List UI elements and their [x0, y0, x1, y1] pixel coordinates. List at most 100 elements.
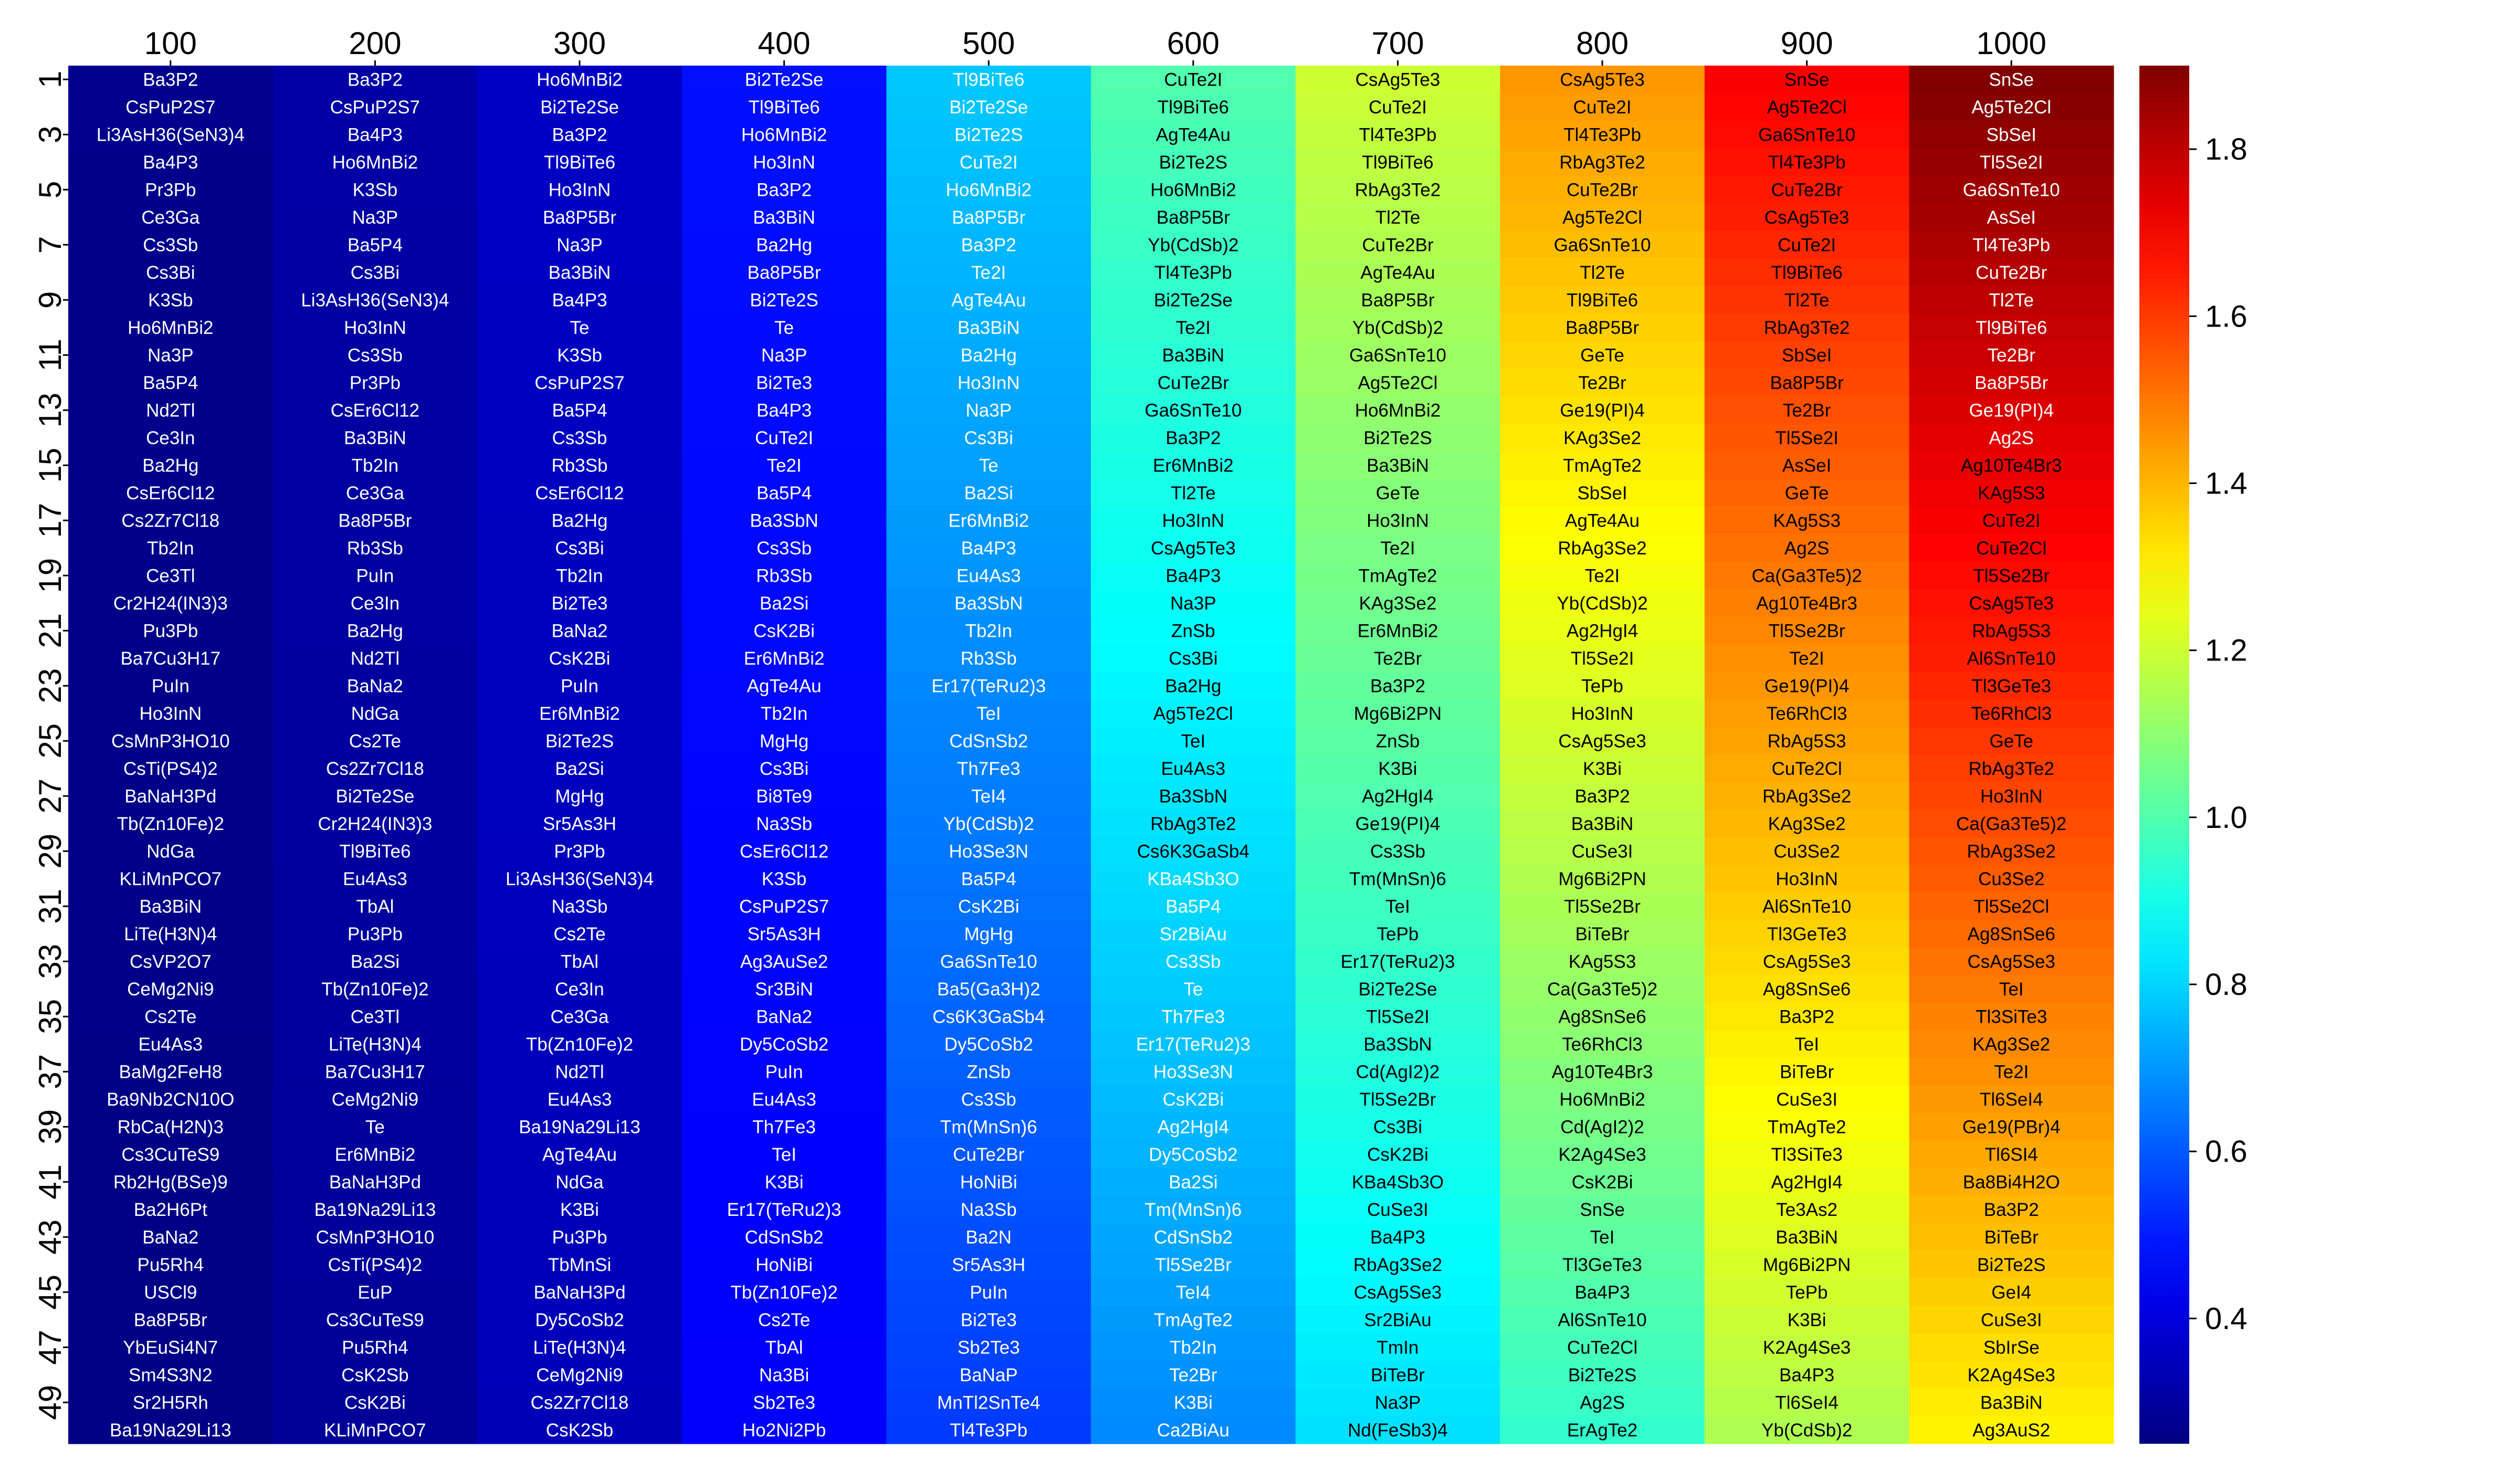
cell-label: Sb2Te3	[958, 1337, 1020, 1358]
cell-label: Dy5CoSb2	[944, 1034, 1033, 1055]
cell-label: TePb	[1581, 676, 1623, 696]
cell-label: ErAgTe2	[1567, 1420, 1637, 1441]
cell-label: YbEuSi4N7	[123, 1337, 218, 1358]
cell-label: Tl3SiTe3	[1976, 1006, 2047, 1027]
colorbar-tick-label: 1.0	[2205, 801, 2248, 835]
cell-label: Ba2Si	[351, 951, 400, 972]
cell-label: Te2I	[1380, 538, 1415, 559]
cell-label: CsEr6Cl12	[535, 483, 624, 503]
y-tick-label: 5	[33, 181, 68, 198]
cell-label: SbSeI	[1577, 483, 1627, 503]
cell-label: Te6RhCl3	[1971, 704, 2052, 724]
cell-label: TbMnSi	[548, 1255, 612, 1275]
cell-label: Bi2Te3	[756, 373, 812, 393]
cell-label: Tb2In	[761, 704, 808, 724]
cell-label: K3Bi	[1583, 759, 1622, 779]
cell-label: Ba5P4	[1166, 896, 1221, 917]
x-tick-label: 200	[349, 26, 401, 61]
cell-label: Ho3Se3N	[949, 841, 1028, 862]
cell-label: Tl9BiTe6	[339, 841, 411, 862]
x-tick-label: 800	[1576, 26, 1629, 61]
cell-label: K3Sb	[148, 290, 193, 310]
y-tick-label: 43	[33, 1220, 68, 1255]
cell-label: Na3P	[352, 207, 398, 228]
y-tick-label: 3	[33, 126, 68, 143]
cell-label: SnSe	[1784, 69, 1830, 90]
cell-label: Ho3InN	[1571, 704, 1634, 724]
cell-label: Ho3InN	[344, 318, 406, 338]
cell-label: Tl4Te3Pb	[1768, 152, 1846, 173]
cell-label: Na3Sb	[961, 1200, 1017, 1220]
cell-label: Cs3Sb	[348, 345, 403, 365]
cell-label: Te	[570, 318, 590, 338]
cell-label: BiTeBr	[1371, 1365, 1425, 1385]
cell-label: Ge19(PBr)4	[1962, 1117, 2061, 1137]
cell-label: Te2Br	[1169, 1365, 1217, 1385]
cell-label: Ga6SnTe10	[940, 951, 1037, 972]
cell-label: Tm(MnSn)6	[940, 1117, 1037, 1137]
colorbar: 0.4 0.6 0.8 1.0 1.2 1.4 1.6 1.8	[2139, 66, 2248, 1444]
cell-label: Ba2Hg	[756, 235, 812, 255]
cell-label: Ga6SnTe10	[1349, 345, 1446, 365]
cell-label: Ho6MnBi2	[537, 69, 622, 90]
y-tick-label: 21	[33, 613, 68, 648]
y-tick-label: 9	[33, 291, 68, 309]
cell-label: CsAg5Se3	[1558, 731, 1646, 751]
cell-label: CsPuP2S7	[534, 373, 624, 393]
cell-label: TbAl	[356, 896, 394, 917]
cell-label: Al6SnTe10	[1967, 648, 2056, 669]
cell-label: Li3AsH36(SeN3)4	[97, 124, 245, 145]
cell-label: Na3P	[761, 345, 807, 365]
cell-label: KAg3Se2	[1768, 814, 1846, 834]
cell-label: Cu3Se2	[1978, 869, 2044, 889]
cell-label: RbAg3Te2	[1150, 814, 1236, 834]
cell-label: CsMnP3HO10	[111, 731, 230, 751]
cell-label: Bi2Te2S	[1977, 1255, 2045, 1275]
cell-label: Tl5Se2Cl	[1973, 896, 2049, 917]
cell-label: SbSeI	[1782, 345, 1832, 365]
cell-label: Ho6MnBi2	[1150, 180, 1236, 200]
cell-label: Bi2Te2S	[954, 124, 1023, 145]
cell-label: Sr2H5Rh	[133, 1392, 208, 1413]
cell-label: TeI	[1590, 1227, 1615, 1247]
cell-label: Tl3GeTe3	[1562, 1255, 1642, 1275]
cell-label: CsK2Bi	[549, 648, 611, 669]
cell-label: RbAg5S3	[1972, 621, 2051, 641]
cell-label: Bi2Te3	[961, 1310, 1017, 1330]
cell-label: CsK2Bi	[753, 621, 815, 641]
y-tick-label: 19	[33, 558, 68, 593]
cell-label: CuTe2I	[1982, 510, 2041, 531]
cell-label: Cs3Bi	[1373, 1117, 1422, 1137]
cell-label: Cs3Bi	[146, 262, 195, 283]
y-tick-label: 17	[33, 503, 68, 538]
y-tick-label: 47	[33, 1330, 68, 1365]
cell-label: Ag2HgI4	[1771, 1172, 1842, 1192]
cell-label: Tb(Zn10Fe)2	[321, 979, 428, 1000]
cell-label: Ag2S	[1580, 1392, 1625, 1413]
cell-label: Eu4As3	[957, 565, 1021, 586]
cell-label: Ge19(PI)4	[1969, 400, 2053, 421]
cell-label: K2Ag4Se3	[1763, 1337, 1851, 1358]
cell-label: NdGa	[351, 704, 400, 724]
cell-label: Na3P	[148, 345, 194, 365]
cell-label: Tl5Se2Br	[1769, 621, 1845, 641]
cell-label: CsK2Bi	[1367, 1144, 1429, 1165]
cell-label: KAg3Se2	[1972, 1034, 2050, 1055]
cell-label: RbCa(H2N)3	[118, 1117, 224, 1137]
cell-label: TmAgTe2	[1563, 455, 1642, 476]
cell-label: CuTe2Cl	[1771, 759, 1842, 779]
cell-label: Cs2Zr7Cl18	[531, 1392, 629, 1413]
cell-label: Ba8P5Br	[952, 207, 1025, 228]
cell-label: Cs3Sb	[1166, 951, 1221, 972]
cell-label: Ho6MnBi2	[332, 152, 418, 173]
cell-label: CsEr6Cl12	[126, 483, 215, 503]
cell-label: Bi2Te2Se	[335, 786, 414, 806]
cell-label: CsAg5Te3	[1151, 538, 1235, 559]
cell-label: Tl9BiTe6	[1362, 152, 1433, 173]
cell-label: Ba8P5Br	[1770, 373, 1844, 393]
cell-label: Tl9BiTe6	[1976, 318, 2047, 338]
cell-label: Ba3BiN	[549, 262, 611, 283]
cell-label: Te2I	[1585, 565, 1620, 586]
cell-label: Ag5Te2Cl	[1153, 704, 1233, 724]
cell-label: CuTe2Br	[1771, 180, 1843, 200]
